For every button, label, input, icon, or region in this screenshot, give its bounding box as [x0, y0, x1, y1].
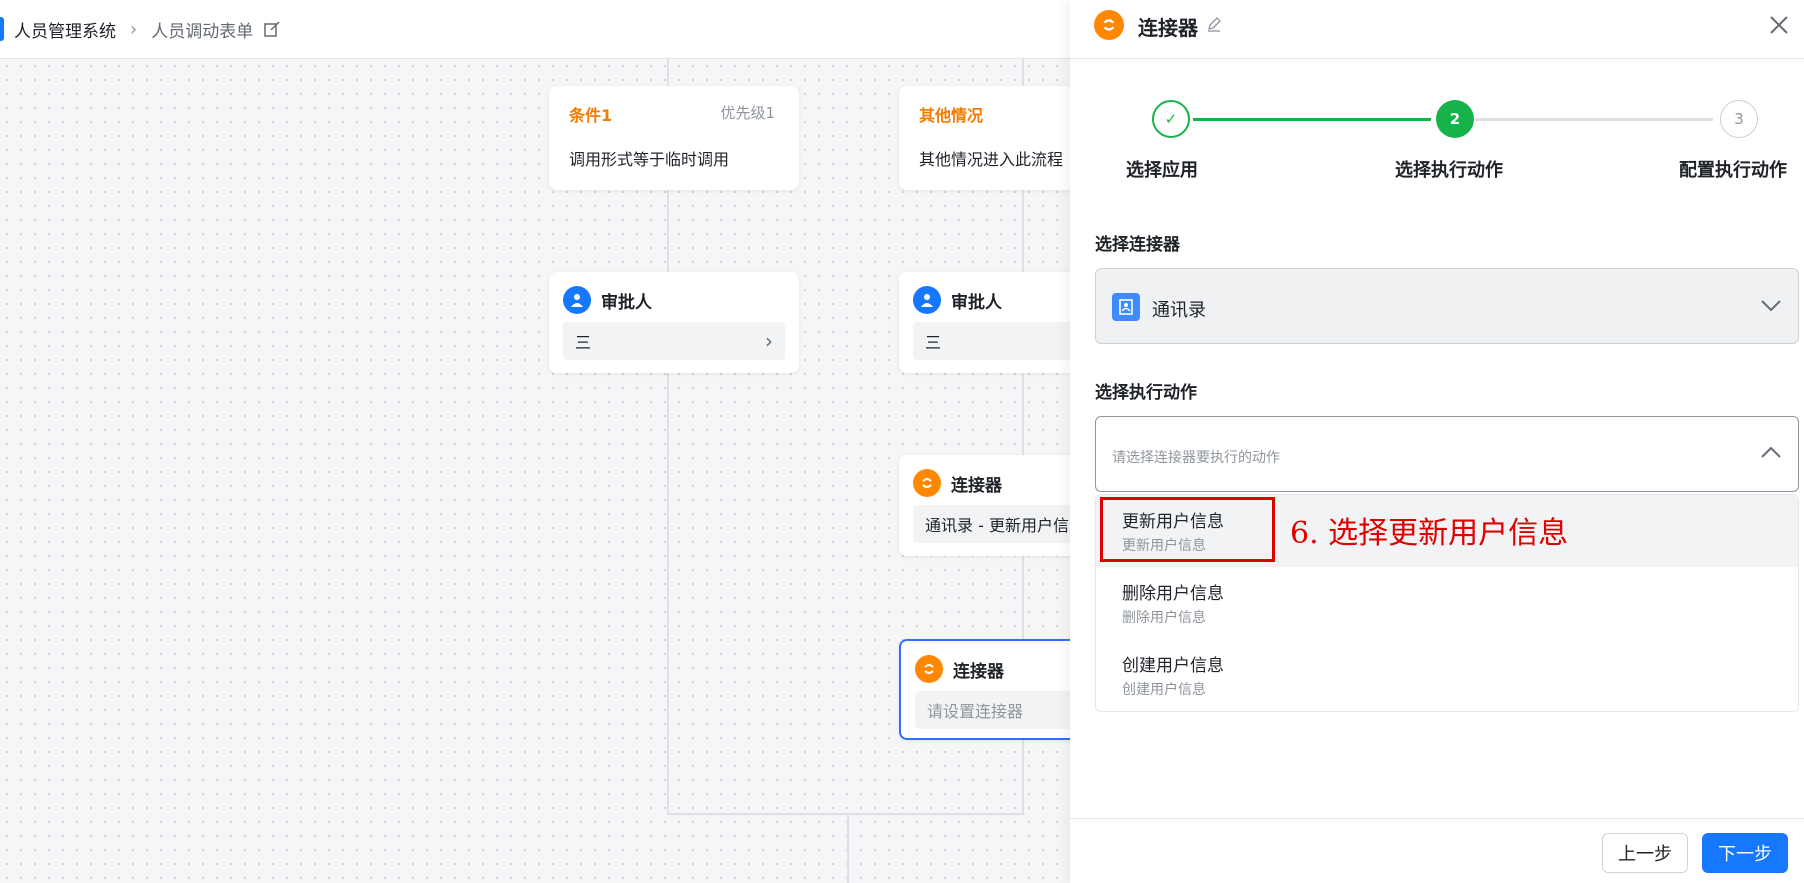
flow-canvas[interactable]: 条件1 优先级1 调用形式等于临时调用 其他情况 其他情况进入此流程 审批人 三…: [0, 59, 1070, 883]
option-create-user[interactable]: 创建用户信息 创建用户信息: [1096, 639, 1798, 711]
close-icon[interactable]: [1766, 12, 1792, 38]
drawer-footer: 上一步 下一步: [1070, 818, 1804, 883]
drawer-header: 连接器: [1070, 0, 1804, 59]
condition-body: 调用形式等于临时调用: [569, 150, 730, 169]
condition-title: 条件1: [569, 106, 613, 125]
step-1-label: 选择应用: [1126, 160, 1198, 181]
breadcrumb-root[interactable]: 人员管理系统: [14, 17, 116, 42]
step-3-indicator: 3: [1720, 100, 1758, 138]
connector-icon: [915, 655, 943, 683]
flow-line: [667, 813, 1024, 815]
connector-node-2[interactable]: 连接器 请设置连接器: [899, 639, 1070, 740]
option-description: 创建用户信息: [1122, 682, 1206, 698]
app-logo: [0, 17, 4, 41]
chevron-right-icon: ›: [765, 329, 773, 353]
step-connector: [1193, 118, 1431, 121]
option-delete-user[interactable]: 删除用户信息 删除用户信息: [1096, 567, 1798, 639]
action-select-placeholder: 请选择连接器要执行的动作: [1112, 450, 1280, 466]
breadcrumb-separator-icon: ›: [130, 18, 138, 40]
breadcrumb-current: 人员调动表单: [151, 21, 254, 42]
user-icon: [563, 286, 591, 314]
approver-field[interactable]: 三: [913, 322, 1070, 360]
node-title: 连接器: [951, 475, 1002, 496]
connector-icon: [913, 469, 941, 497]
pencil-icon[interactable]: [1206, 16, 1222, 32]
condition-title: 其他情况: [919, 106, 984, 125]
next-step-button[interactable]: 下一步: [1702, 833, 1788, 873]
condition-node-1[interactable]: 条件1 优先级1 调用形式等于临时调用: [549, 86, 799, 190]
condition-body: 其他情况进入此流程: [919, 150, 1064, 169]
condition-priority: 优先级1: [720, 104, 775, 122]
connector-value: 通讯录 - 更新用户信息: [925, 516, 1070, 535]
node-title: 审批人: [601, 292, 652, 313]
connector-field[interactable]: 通讯录 - 更新用户信息: [913, 505, 1070, 543]
approver-node-left[interactable]: 审批人 三 ›: [549, 272, 799, 373]
approver-node-right[interactable]: 审批人 三: [899, 272, 1070, 373]
action-select[interactable]: 请选择连接器要执行的动作: [1095, 416, 1799, 492]
top-bar: 人员管理系统 › 人员调动表单: [0, 0, 1070, 59]
connector-select-value: 通讯录: [1152, 300, 1206, 321]
connector-icon: [1094, 10, 1124, 40]
chevron-down-icon: [1761, 300, 1781, 312]
step-1-check-icon: ✓: [1152, 100, 1190, 138]
option-label: 创建用户信息: [1122, 656, 1224, 676]
drawer-title: 连接器: [1138, 16, 1198, 40]
user-icon: [913, 286, 941, 314]
approver-value: 三: [575, 333, 592, 352]
annotation-highlight-box: [1100, 497, 1275, 562]
node-title: 连接器: [953, 661, 1004, 682]
stepper: ✓ 2 3 选择应用 选择执行动作 配置执行动作: [1070, 100, 1804, 181]
step-3-label: 配置执行动作: [1679, 160, 1787, 181]
node-title: 审批人: [951, 292, 1002, 313]
step-connector: [1475, 118, 1713, 121]
connector-field[interactable]: 请设置连接器: [915, 691, 1070, 729]
contacts-icon: [1112, 293, 1140, 321]
connector-select-label: 选择连接器: [1095, 235, 1180, 255]
connector-node-1[interactable]: 连接器 通讯录 - 更新用户信息: [899, 455, 1070, 556]
approver-field[interactable]: 三 ›: [563, 322, 785, 360]
flow-line: [847, 813, 849, 883]
connector-placeholder: 请设置连接器: [927, 702, 1024, 721]
connector-drawer: 连接器 ✓ 2 3 选择应用 选择执行动作 配置执行动作 选择连接器 通讯录 选…: [1070, 0, 1804, 883]
step-2-label: 选择执行动作: [1395, 160, 1503, 181]
edit-icon[interactable]: [263, 20, 281, 38]
step-2-indicator: 2: [1436, 100, 1474, 138]
connector-select[interactable]: 通讯录: [1095, 268, 1799, 344]
prev-step-button[interactable]: 上一步: [1602, 833, 1688, 873]
action-select-label: 选择执行动作: [1095, 383, 1197, 403]
option-description: 删除用户信息: [1122, 610, 1206, 626]
chevron-up-icon: [1761, 446, 1781, 458]
annotation-text: 6. 选择更新用户信息: [1290, 516, 1569, 551]
approver-value: 三: [925, 333, 942, 352]
option-label: 删除用户信息: [1122, 584, 1224, 604]
condition-node-other[interactable]: 其他情况 其他情况进入此流程: [899, 86, 1070, 190]
